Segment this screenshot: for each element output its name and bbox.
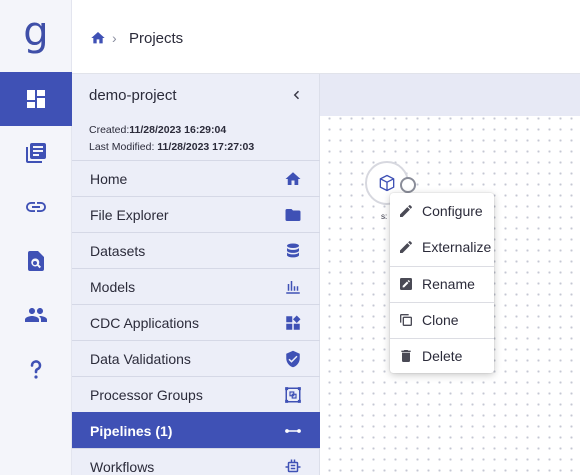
menu-item-delete[interactable]: Delete [390, 338, 494, 374]
nav-item-label: Models [90, 278, 136, 295]
people-icon [25, 308, 47, 322]
app-rail: g [0, 0, 72, 475]
breadcrumb-separator: › [112, 30, 117, 46]
nav-item-label: Processor Groups [90, 386, 203, 403]
rail-library[interactable] [0, 126, 72, 180]
nav-item-models[interactable]: Models [72, 268, 320, 304]
menu-item-label: Clone [422, 312, 459, 328]
widgets-icon [286, 315, 301, 330]
project-created: Created:11/28/2023 16:29:04 [89, 124, 226, 136]
nav-item-file-explorer[interactable]: File Explorer [72, 196, 320, 232]
modified-value: 11/28/2023 17:27:03 [157, 141, 255, 153]
project-nav: Home File Explorer Datasets Models CDC A… [72, 160, 320, 475]
menu-item-label: Rename [422, 276, 475, 292]
nav-item-pipelines[interactable]: Pipelines (1) [72, 412, 320, 448]
nav-item-home[interactable]: Home [72, 160, 320, 196]
breadcrumb-projects[interactable]: Projects [129, 30, 183, 47]
project-header: demo-project [72, 74, 320, 117]
bar-chart-icon [286, 281, 300, 294]
clone-icon [400, 314, 412, 326]
folder-icon [285, 209, 301, 221]
nav-item-processor-groups[interactable]: Processor Groups [72, 376, 320, 412]
group-nodes-icon [285, 387, 301, 403]
rail-dashboard[interactable] [0, 72, 72, 126]
node-context-menu: Configure Externalize Rename Clone Delet… [390, 193, 494, 373]
menu-item-externalize[interactable]: Externalize [390, 229, 494, 265]
menu-item-rename[interactable]: Rename [390, 266, 494, 302]
menu-item-label: Delete [422, 348, 463, 364]
dashboard-icon [27, 90, 45, 108]
home-icon [285, 172, 301, 185]
nav-item-label: Pipelines (1) [90, 422, 173, 439]
home-icon[interactable] [90, 30, 106, 46]
rail-connections[interactable] [0, 180, 72, 234]
pencil-icon [400, 241, 412, 253]
rename-icon [400, 278, 412, 290]
node-label: s: [381, 212, 388, 221]
nav-item-datasets[interactable]: Datasets [72, 232, 320, 268]
menu-item-configure[interactable]: Configure [390, 193, 494, 229]
nav-item-label: Home [90, 170, 128, 187]
workflow-icon [285, 459, 301, 473]
nav-item-label: Datasets [90, 242, 146, 259]
nav-item-label: File Explorer [90, 206, 169, 223]
project-name: demo-project [89, 87, 177, 104]
nav-item-label: CDC Applications [90, 314, 199, 331]
project-panel: demo-project Created:11/28/2023 16:29:04… [72, 74, 320, 475]
canvas-toolbar [320, 74, 580, 116]
created-label: Created: [89, 124, 130, 136]
created-value: 11/28/2023 16:29:04 [129, 124, 227, 136]
app-logo[interactable]: g [0, 0, 72, 72]
nav-item-label: Data Validations [90, 350, 191, 367]
chevron-left-icon[interactable] [288, 86, 306, 104]
menu-item-label: Configure [422, 203, 483, 219]
database-icon [287, 243, 299, 258]
top-bar: › Projects [72, 0, 580, 74]
menu-item-clone[interactable]: Clone [390, 302, 494, 338]
trash-icon [401, 350, 411, 362]
rail-users[interactable] [0, 288, 72, 342]
menu-item-label: Externalize [422, 239, 492, 255]
document-search-icon [28, 251, 44, 271]
nav-item-workflows[interactable]: Workflows [72, 448, 320, 475]
modified-label: Last Modified: [89, 141, 155, 153]
cube-icon [379, 174, 395, 192]
link-icon [26, 202, 46, 212]
rail-explore[interactable] [0, 234, 72, 288]
pencil-icon [400, 205, 412, 217]
nav-item-cdc-applications[interactable]: CDC Applications [72, 304, 320, 340]
logo-letter: g [23, 9, 49, 55]
library-books-icon [26, 143, 46, 163]
nav-item-data-validations[interactable]: Data Validations [72, 340, 320, 376]
rail-help[interactable] [0, 342, 72, 396]
node-output-port[interactable] [400, 177, 416, 193]
pipeline-connector-icon [285, 429, 301, 433]
project-modified: Last Modified: 11/28/2023 17:27:03 [89, 141, 254, 153]
help-icon [30, 360, 42, 379]
nav-item-label: Workflows [90, 458, 155, 475]
verified-shield-icon [286, 350, 300, 368]
